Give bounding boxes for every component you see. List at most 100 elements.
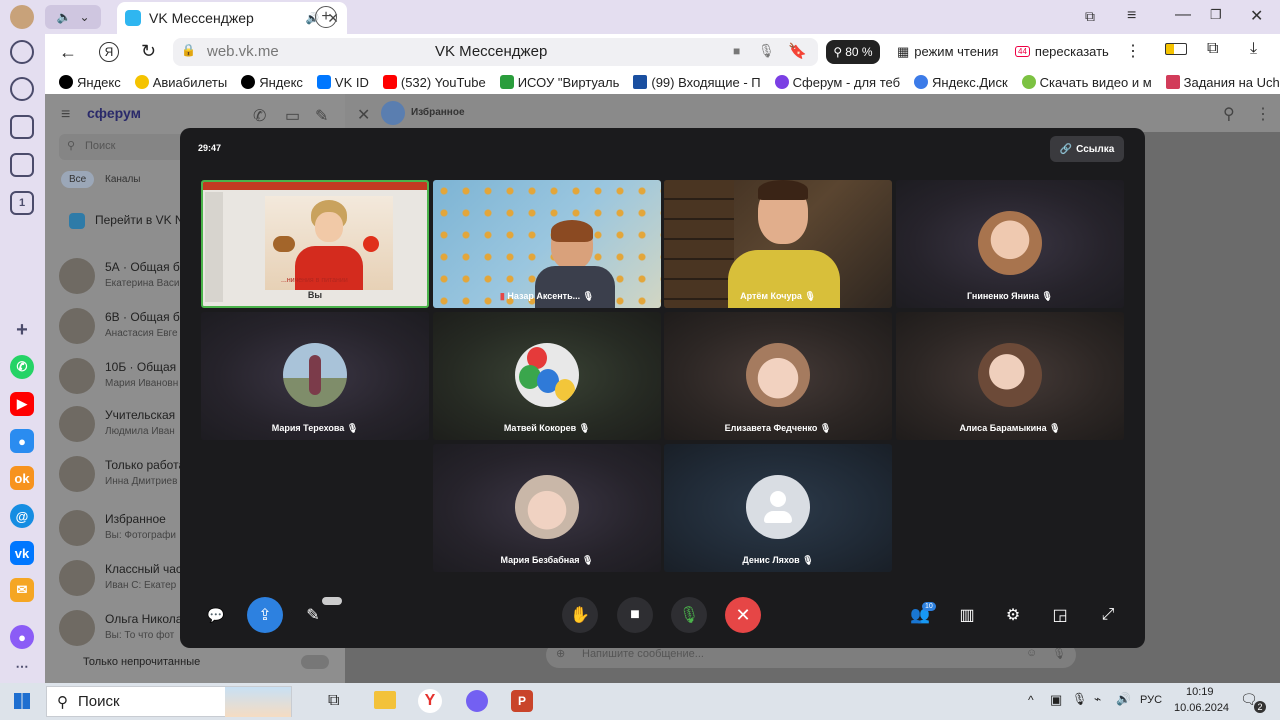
call-icon[interactable]: ✆ (253, 106, 266, 126)
filter-channels-tab[interactable]: Каналы (105, 174, 141, 185)
add-app-icon[interactable]: + (10, 318, 34, 342)
chat-button[interactable]: 💬 (198, 597, 234, 633)
file-explorer-icon[interactable] (374, 691, 396, 709)
tab-vk-messenger[interactable]: VK Мессенджер 🔊 ✕ (117, 2, 347, 34)
screenshot-icon[interactable] (10, 153, 34, 177)
participant-name: Мария Безбабная 🎙︎ (433, 555, 661, 566)
download-icon[interactable]: ⤓ (1250, 40, 1257, 58)
bookmark-item[interactable]: Яндекс (241, 75, 303, 90)
compose-icon[interactable]: ✎ (315, 106, 328, 126)
hamburger-icon[interactable]: ≡ (61, 106, 70, 124)
filter-all-tab[interactable]: Все (61, 171, 95, 188)
more-vert-icon[interactable]: ⋮ (1125, 41, 1141, 61)
mail-icon[interactable]: @ (10, 504, 34, 528)
bookmark-item[interactable]: Сферум - для теб (774, 75, 900, 90)
collections-icon[interactable] (10, 115, 34, 139)
participant-name: Вы (307, 290, 323, 300)
menu-icon[interactable]: ≡ (1127, 7, 1136, 25)
participant-tile[interactable]: Денис Ляхов 🎙︎ (664, 444, 892, 572)
windows-start-icon[interactable] (14, 693, 30, 709)
chat-search-icon[interactable]: ⚲ (1223, 104, 1235, 124)
mic-button[interactable]: 🎙 (671, 597, 707, 633)
minimize-call-button[interactable]: ◲ (1042, 597, 1078, 633)
odnoklassniki-icon[interactable]: ok (10, 466, 34, 490)
tray-device-icon[interactable]: ▣ (1050, 692, 1062, 708)
reader-mode-button[interactable]: ▦ режим чтения (897, 44, 998, 60)
mail-ru-icon[interactable]: ✉ (10, 578, 34, 602)
bookmark-item[interactable]: Яндекс (59, 75, 121, 90)
screen-share-button[interactable]: ⇪ (247, 597, 283, 633)
bookmark-item[interactable]: (532) YouTube (382, 75, 486, 90)
vk-icon[interactable]: vk (10, 541, 34, 565)
voice-icon[interactable]: 🎙 (1052, 647, 1066, 660)
alice-icon[interactable]: ● (10, 625, 34, 649)
media-icon[interactable] (10, 77, 34, 101)
bookmark-item[interactable]: Задания на Uchi.r (1165, 75, 1280, 90)
bookmark-icon[interactable]: 🔖 (788, 42, 807, 60)
participant-tile[interactable]: ▮ Назар Аксенть... 🎙︎ (433, 180, 661, 308)
tray-network-icon[interactable]: ⌁ (1094, 692, 1101, 706)
bookmark-item[interactable]: Авиабилеты (134, 75, 227, 90)
participant-tile[interactable]: Мария Безбабная 🎙︎ (433, 444, 661, 572)
retell-button[interactable]: 44 пересказать (1015, 44, 1109, 59)
unread-toggle[interactable] (301, 655, 329, 669)
powerpoint-icon[interactable]: P (511, 690, 533, 712)
participant-tile-self[interactable]: ...ничения в питании Вы (201, 180, 429, 308)
participant-tile[interactable]: Гниненко Янина 🎙︎ (896, 180, 1124, 308)
participant-tile[interactable]: Артём Кочура 🎙︎ (664, 180, 892, 308)
extensions-icon[interactable]: ⧉ (1207, 40, 1218, 58)
layout-button[interactable]: ▥ (949, 597, 985, 633)
close-window-icon[interactable]: ✕ (1250, 6, 1263, 26)
archive-icon[interactable]: ▭ (285, 106, 300, 126)
viber-icon[interactable] (466, 690, 488, 712)
zoom-badge[interactable]: ⚲ 80 % (826, 40, 880, 64)
bookmark-item[interactable]: (99) Входящие - П (633, 75, 761, 90)
tabs-count-icon[interactable]: 1 (10, 191, 34, 215)
camera-button[interactable]: ■ (617, 597, 653, 633)
call-link-button[interactable]: 🔗 Ссылка (1050, 136, 1124, 162)
participant-tile[interactable]: Матвей Кокорев 🎙︎ (433, 312, 661, 440)
task-view-icon[interactable]: ⧉ (328, 692, 339, 710)
close-chat-icon[interactable]: ✕ (357, 105, 370, 125)
participant-tile[interactable]: Елизавета Федченко 🎙︎ (664, 312, 892, 440)
new-tab-button[interactable]: + (315, 6, 337, 28)
tray-volume-icon[interactable]: 🔊 (1116, 692, 1131, 706)
profile-avatar[interactable] (10, 5, 34, 29)
chat-more-icon[interactable]: ⋮ (1255, 104, 1271, 124)
reload-icon[interactable]: ↻ (141, 41, 156, 62)
clock-time[interactable]: 10:19 (1186, 686, 1214, 698)
bookmark-item[interactable]: Скачать видео и м (1021, 75, 1152, 90)
bookmark-item[interactable]: Яндекс.Диск (914, 75, 1008, 90)
tab-list-icon[interactable]: ⧉ (1085, 8, 1095, 25)
url-field[interactable]: 🔒 web.vk.me VK Мессенджер ■ 🎙 🔖 (173, 38, 818, 66)
back-icon[interactable]: ← (59, 42, 77, 63)
yandex-icon (59, 75, 73, 89)
tray-mic-icon[interactable]: 🎙 (1072, 692, 1087, 706)
camera-icon[interactable]: ■ (733, 44, 740, 58)
attach-icon[interactable]: ⊕ (556, 647, 565, 660)
end-call-button[interactable]: ✕ (725, 597, 761, 633)
emoji-icon[interactable]: ☺ (1026, 647, 1037, 659)
settings-button[interactable]: ⚙ (995, 597, 1031, 633)
whatsapp-icon[interactable]: ✆ (10, 355, 34, 379)
messenger-icon[interactable]: ● (10, 429, 34, 453)
raise-hand-button[interactable]: ✋ (562, 597, 598, 633)
fullscreen-button[interactable]: ⤢ (1090, 597, 1126, 633)
mic-icon[interactable]: 🎙 (758, 43, 775, 59)
taskbar-search[interactable]: ⚲ Поиск (46, 686, 292, 717)
clock-date[interactable]: 10.06.2024 (1174, 702, 1229, 714)
yandex-icon[interactable]: Я (99, 42, 119, 62)
bookmark-item[interactable]: ИСОУ "Виртуаль (499, 75, 619, 90)
youtube-icon[interactable]: ▶ (10, 392, 34, 416)
participant-tile[interactable]: Мария Терехова 🎙︎ (201, 312, 429, 440)
history-icon[interactable] (10, 40, 34, 64)
tray-chevron-icon[interactable]: ^ (1028, 693, 1034, 707)
language-indicator[interactable]: РУС (1140, 694, 1162, 706)
more-icon[interactable]: ⋯ (10, 655, 34, 679)
bookmark-item[interactable]: VK ID (316, 75, 369, 90)
participant-tile[interactable]: Алиса Барамыкина 🎙︎ (896, 312, 1124, 440)
yandex-browser-icon[interactable]: Y (418, 689, 442, 713)
sound-tab-button[interactable]: 🔈 ⌄ (45, 5, 101, 29)
restore-icon[interactable]: ❐ (1210, 7, 1222, 23)
minimize-icon[interactable]: — (1175, 6, 1191, 24)
